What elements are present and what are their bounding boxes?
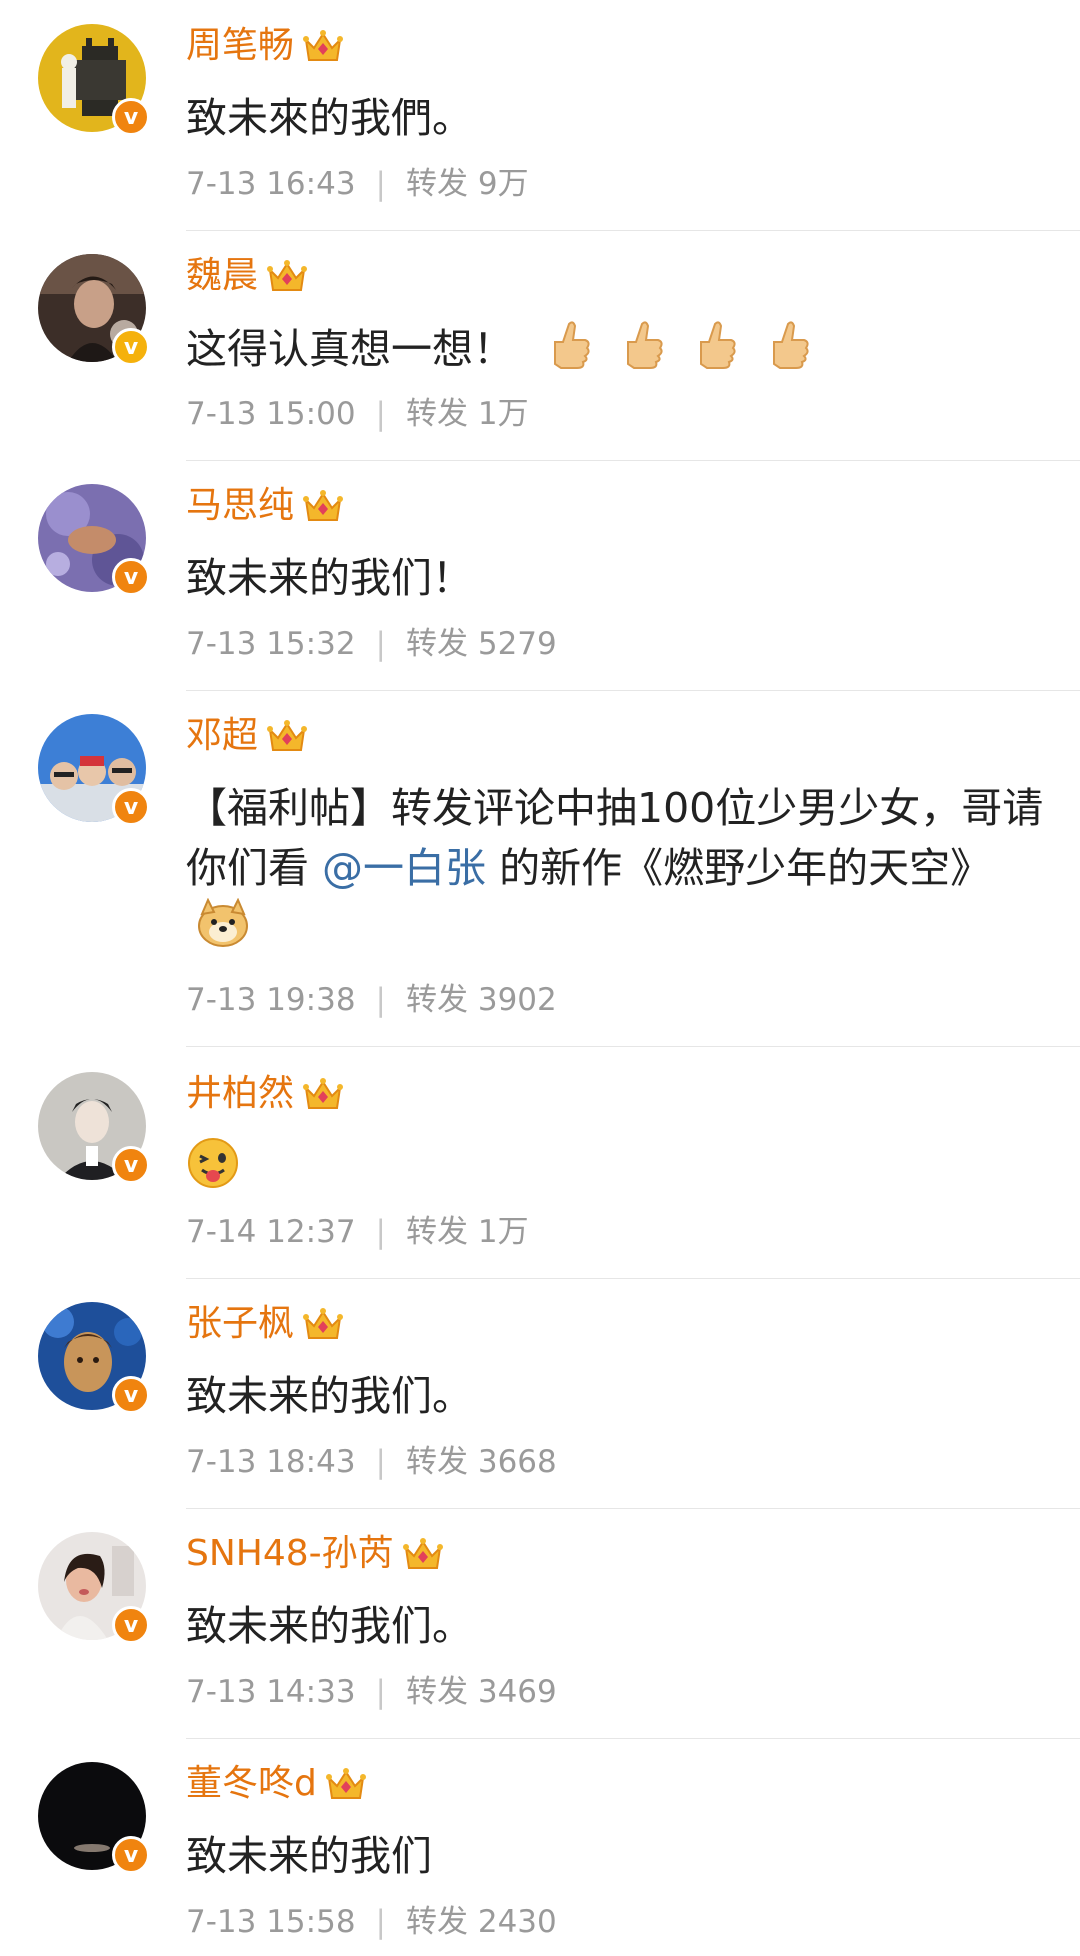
timestamp: 7-13 18:43 [186,1444,356,1480]
verified-badge-icon: v [112,788,150,826]
divider [186,1508,1080,1509]
verified-badge-icon: v [112,98,150,136]
comment-text-body: 的新作《燃野少年的天空》 [486,844,992,892]
crown-icon [266,258,308,294]
comment-meta: 7-13 15:58 | 转发 2430 [186,1902,557,1942]
timestamp: 7-13 15:00 [186,396,356,432]
thumbs-up-icon [766,318,810,386]
repost-label[interactable]: 转发 [406,982,468,1018]
verified-badge-icon: v [112,1376,150,1414]
username-text: 张子枫 [186,1303,295,1344]
repost-label[interactable]: 转发 [406,1444,468,1480]
repost-count: 1万 [477,396,529,432]
repost-count: 1万 [477,1214,529,1250]
meta-separator: | [375,1214,386,1250]
timestamp: 7-13 19:38 [186,982,356,1018]
crown-icon [266,718,308,754]
crown-icon [302,1306,344,1342]
comment-meta: 7-13 15:00 | 转发 1万 [186,394,529,434]
comment-text: 这得认真想一想！ [186,318,1046,386]
repost-count: 3469 [477,1674,557,1710]
username[interactable]: 邓超 [186,714,308,758]
crown-icon [302,1076,344,1112]
username-text: 魏晨 [186,255,259,296]
divider [186,1738,1080,1739]
repost-count: 5279 [477,626,557,662]
crown-icon [302,488,344,524]
tongue-face-icon [186,1136,240,1206]
thumbs-up-icon [547,318,591,386]
username[interactable]: 魏晨 [186,254,308,298]
comment-text: 致未來的我們。 [186,94,473,142]
comment-text-body: 这得认真想一想！ [186,325,514,373]
username[interactable]: SNH48-孙芮 [186,1532,444,1576]
divider [186,1046,1080,1047]
timestamp: 7-14 12:37 [186,1214,356,1250]
repost-label[interactable]: 转发 [406,626,468,662]
meta-separator: | [375,626,386,662]
repost-label[interactable]: 转发 [406,396,468,432]
doge-icon [196,897,250,964]
mention-link[interactable]: @一白张 [322,844,486,892]
timestamp: 7-13 15:58 [186,1904,356,1940]
repost-count: 9万 [477,166,529,202]
verified-badge-icon: v [112,558,150,596]
meta-separator: | [375,166,386,202]
comment-text: 致未来的我们！ [186,554,473,602]
meta-separator: | [375,1444,386,1480]
repost-count: 2430 [477,1904,557,1940]
timestamp: 7-13 14:33 [186,1674,356,1710]
username-text: 董冬咚d [186,1763,317,1804]
repost-count: 3668 [477,1444,557,1480]
comment-meta: 7-14 12:37 | 转发 1万 [186,1212,529,1252]
comment-meta: 7-13 16:43 | 转发 9万 [186,164,529,204]
timestamp: 7-13 15:32 [186,626,356,662]
username-text: 井柏然 [186,1073,295,1114]
thumbs-up-icon [620,318,664,386]
comment-meta: 7-13 14:33 | 转发 3469 [186,1672,557,1712]
comment-meta: 7-13 15:32 | 转发 5279 [186,624,557,664]
username[interactable]: 周笔畅 [186,24,344,68]
crown-icon [325,1766,367,1802]
meta-separator: | [375,1904,386,1940]
meta-separator: | [375,396,386,432]
username-text: 周笔畅 [186,25,295,66]
meta-separator: | [375,982,386,1018]
username[interactable]: 井柏然 [186,1072,344,1116]
thumbs-up-icon [693,318,737,386]
comment-list: v 周笔畅 致未來的我們。 7-13 16:43 | 转发 9万 v 魏晨 这得… [0,0,1080,1956]
comment-text: 致未来的我们。 [186,1602,473,1650]
username-text: 邓超 [186,715,259,756]
username[interactable]: 张子枫 [186,1302,344,1346]
repost-label[interactable]: 转发 [406,1214,468,1250]
comment-text: 【福利帖】转发评论中抽100位少男少女，哥请你们看 @一白张 的新作《燃野少年的… [186,778,1046,964]
repost-label[interactable]: 转发 [406,1904,468,1940]
repost-label[interactable]: 转发 [406,1674,468,1710]
username-text: 马思纯 [186,485,295,526]
divider [186,690,1080,691]
comment-text [186,1136,1046,1206]
meta-separator: | [375,1674,386,1710]
verified-badge-icon: v [112,1606,150,1644]
comment-text: 致未来的我们。 [186,1372,473,1420]
crown-icon [302,28,344,64]
username[interactable]: 董冬咚d [186,1762,367,1806]
username[interactable]: 马思纯 [186,484,344,528]
username-text: SNH48-孙芮 [186,1533,394,1574]
comment-meta: 7-13 19:38 | 转发 3902 [186,980,557,1020]
verified-badge-icon: v [112,1836,150,1874]
crown-icon [402,1536,444,1572]
divider [186,1278,1080,1279]
divider [186,230,1080,231]
comment-text: 致未来的我们 [186,1832,432,1880]
repost-label[interactable]: 转发 [406,166,468,202]
verified-badge-icon: v [112,328,150,366]
comment-meta: 7-13 18:43 | 转发 3668 [186,1442,557,1482]
verified-badge-icon: v [112,1146,150,1184]
repost-count: 3902 [477,982,557,1018]
divider [186,460,1080,461]
timestamp: 7-13 16:43 [186,166,356,202]
